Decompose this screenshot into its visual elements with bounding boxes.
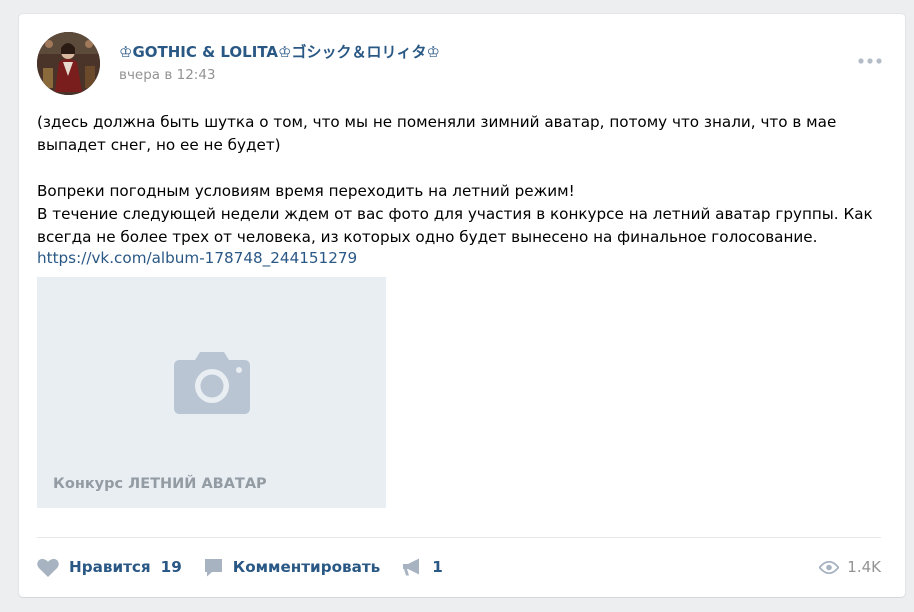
avatar-image (37, 32, 100, 95)
post-author[interactable]: ♔GOTHIC & LOLITA♔ゴシック＆ロリィタ♔ (119, 41, 440, 62)
comment-label: Комментировать (232, 558, 381, 576)
eye-icon (819, 560, 840, 574)
megaphone-icon (403, 558, 420, 576)
views-count: 1.4K (847, 558, 881, 576)
post-text: (здесь должна быть шутка о том, что мы н… (37, 111, 887, 249)
more-horizontal-icon[interactable] (857, 50, 883, 64)
camera-icon (174, 352, 250, 414)
album-attachment[interactable]: Конкурс ЛЕТНИЙ АВАТАР (37, 277, 386, 508)
author-avatar[interactable] (37, 32, 100, 95)
like-button[interactable]: Нравится 19 (37, 558, 182, 577)
views-counter: 1.4K (819, 556, 881, 578)
comment-icon (204, 558, 222, 576)
share-button[interactable]: 1 (402, 557, 443, 577)
album-title: Конкурс ЛЕТНИЙ АВАТАР (53, 476, 267, 492)
share-count: 1 (432, 558, 443, 576)
post-paragraph: В течение следующей недели ждем от вас ф… (37, 205, 873, 246)
like-label: Нравится (69, 558, 151, 576)
post-actions: Нравится 19 Комментировать 1 (37, 556, 465, 578)
actions-divider (37, 537, 881, 538)
post-card: ♔GOTHIC & LOLITA♔ゴシック＆ロリィタ♔ вчера в 12:4… (19, 14, 905, 597)
comment-button[interactable]: Комментировать (204, 558, 381, 577)
heart-icon (37, 558, 59, 577)
post-paragraph: Вопреки погодным условиям время переходи… (37, 182, 575, 200)
like-count: 19 (160, 558, 182, 576)
post-paragraph: (здесь должна быть шутка о том, что мы н… (37, 113, 837, 154)
post-link[interactable]: https://vk.com/album-178748_244151279 (37, 247, 357, 270)
post-date[interactable]: вчера в 12:43 (119, 67, 216, 83)
